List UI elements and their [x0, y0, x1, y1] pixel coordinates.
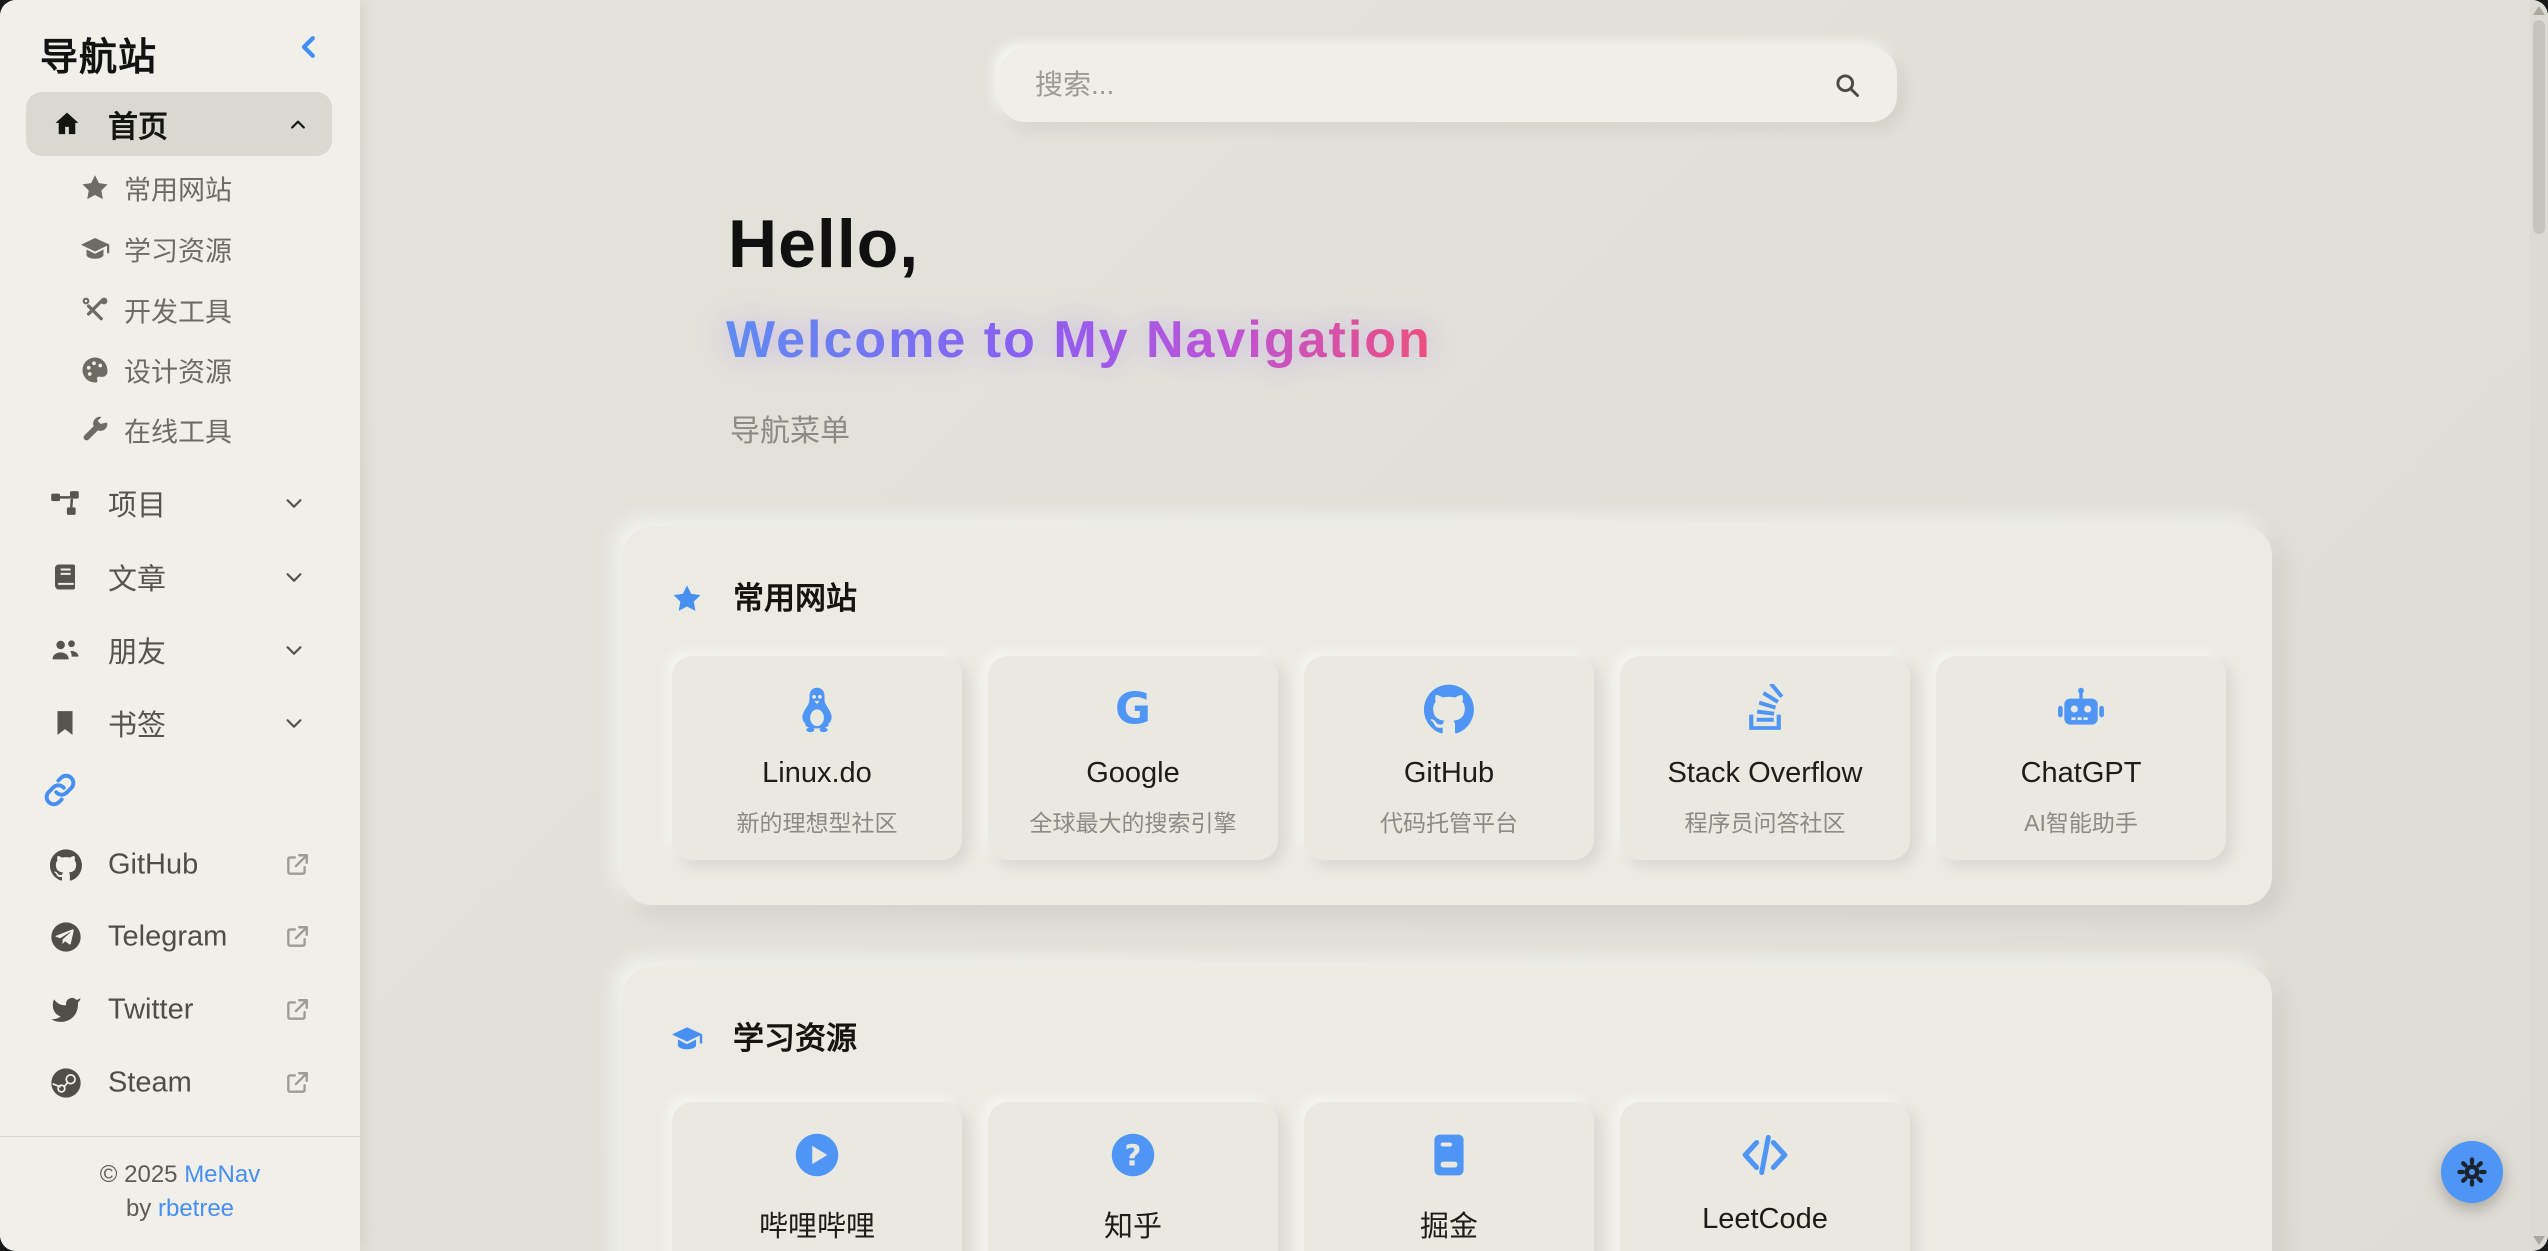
steam-icon [50, 1067, 82, 1099]
play-circle-icon [792, 1130, 842, 1180]
social-link-twitter[interactable]: Twitter [0, 980, 360, 1040]
section-title: 常用网站 [733, 579, 857, 619]
site-card-juejin[interactable]: 掘金 [1304, 1102, 1594, 1251]
hero-greeting: Hello, [728, 205, 919, 283]
sidebar: 导航站 首页 常用网站 学习资源 [0, 0, 360, 1251]
social-link-github[interactable]: GitHub [0, 835, 360, 895]
project-diagram-icon [50, 488, 80, 518]
settings-fab-button[interactable] [2441, 1141, 2503, 1203]
google-icon: G [1108, 684, 1158, 734]
github-icon [1424, 684, 1474, 734]
footer-copyright: © 2025 MeNav [0, 1160, 360, 1190]
wrench-icon [80, 415, 110, 445]
linux-icon [792, 684, 842, 734]
home-icon [53, 110, 81, 138]
github-icon [50, 849, 82, 881]
site-card-google[interactable]: G Google 全球最大的搜索引擎 [988, 656, 1278, 860]
star-icon [671, 583, 703, 615]
book-icon [50, 562, 80, 592]
sidebar-item-projects[interactable]: 项目 [0, 473, 360, 533]
graduation-cap-icon [80, 234, 110, 264]
robot-icon [2056, 684, 2106, 734]
external-link-icon [284, 924, 310, 950]
sidebar-item-dev-tools[interactable]: 开发工具 [0, 280, 360, 340]
scrollbar-thumb[interactable] [2533, 20, 2545, 234]
sidebar-item-label: 首页 [108, 102, 168, 146]
svg-text:?: ? [1125, 1138, 1142, 1172]
code-icon [1740, 1130, 1790, 1180]
social-link-telegram[interactable]: Telegram [0, 907, 360, 967]
site-card-zhihu[interactable]: ? 知乎 [988, 1102, 1278, 1251]
sidebar-item-bookmarks[interactable]: 书签 [0, 693, 360, 753]
graduation-cap-icon [671, 1023, 703, 1055]
search-bar [999, 48, 1897, 122]
app-window: 导航站 首页 常用网站 学习资源 [0, 0, 2548, 1251]
palette-icon [80, 355, 110, 385]
search-input[interactable] [999, 48, 1897, 122]
sidebar-footer-divider [0, 1136, 360, 1137]
sidebar-item-articles[interactable]: 文章 [0, 547, 360, 607]
section-learning-resources: 学习资源 哔哩哔哩 ? 知乎 掘金 LeetCode [623, 967, 2272, 1251]
sidebar-item-online-tools[interactable]: 在线工具 [0, 400, 360, 460]
social-link-steam[interactable]: Steam [0, 1053, 360, 1113]
telegram-icon [50, 921, 82, 953]
link-icon [42, 772, 78, 808]
svg-text:G: G [1115, 684, 1151, 734]
chevron-down-icon [283, 712, 305, 734]
chevron-down-icon [283, 566, 305, 588]
external-link-icon [284, 997, 310, 1023]
sidebar-item-design-resources[interactable]: 设计资源 [0, 340, 360, 400]
hero-subtitle: 导航菜单 [730, 406, 850, 450]
site-card-stack-overflow[interactable]: Stack Overflow 程序员问答社区 [1620, 656, 1910, 860]
site-title: 导航站 [40, 26, 157, 81]
sidebar-item-common-sites[interactable]: 常用网站 [0, 158, 360, 218]
gear-icon [2456, 1156, 2488, 1188]
sidebar-item-friends[interactable]: 朋友 [0, 620, 360, 680]
site-card-chatgpt[interactable]: ChatGPT AI智能助手 [1936, 656, 2226, 860]
hero-welcome: Welcome to My Navigation [726, 310, 1432, 370]
chevron-down-icon [283, 639, 305, 661]
site-card-linuxdo[interactable]: Linux.do 新的理想型社区 [672, 656, 962, 860]
scrollbar-up-arrow[interactable] [2533, 6, 2545, 15]
sidebar-item-home[interactable]: 首页 [26, 92, 332, 156]
section-common-sites: 常用网站 Linux.do 新的理想型社区 G Google 全球最大的搜索引擎… [623, 527, 2272, 905]
menav-link[interactable]: MeNav [184, 1161, 260, 1188]
author-link[interactable]: rbetree [158, 1195, 234, 1222]
external-link-icon [284, 1070, 310, 1096]
sidebar-item-learning-resources[interactable]: 学习资源 [0, 219, 360, 279]
scrollbar-down-arrow[interactable] [2533, 1236, 2545, 1245]
twitter-icon [50, 994, 82, 1026]
section-title: 学习资源 [733, 1019, 857, 1059]
question-circle-icon: ? [1108, 1130, 1158, 1180]
stack-overflow-icon [1740, 684, 1790, 734]
search-icon[interactable] [1833, 71, 1861, 99]
site-card-leetcode[interactable]: LeetCode [1620, 1102, 1910, 1251]
site-card-github[interactable]: GitHub 代码托管平台 [1304, 656, 1594, 860]
chevron-down-icon [283, 492, 305, 514]
bookmark-icon [50, 708, 80, 738]
users-icon [50, 635, 80, 665]
tools-icon [80, 295, 110, 325]
external-link-icon [284, 852, 310, 878]
footer-author: by rbetree [0, 1194, 360, 1224]
journal-icon [1424, 1130, 1474, 1180]
chevron-left-icon [294, 32, 324, 62]
chevron-up-icon [288, 115, 308, 135]
site-card-bilibili[interactable]: 哔哩哔哩 [672, 1102, 962, 1251]
star-icon [80, 173, 110, 203]
sidebar-collapse-button[interactable] [292, 28, 326, 62]
